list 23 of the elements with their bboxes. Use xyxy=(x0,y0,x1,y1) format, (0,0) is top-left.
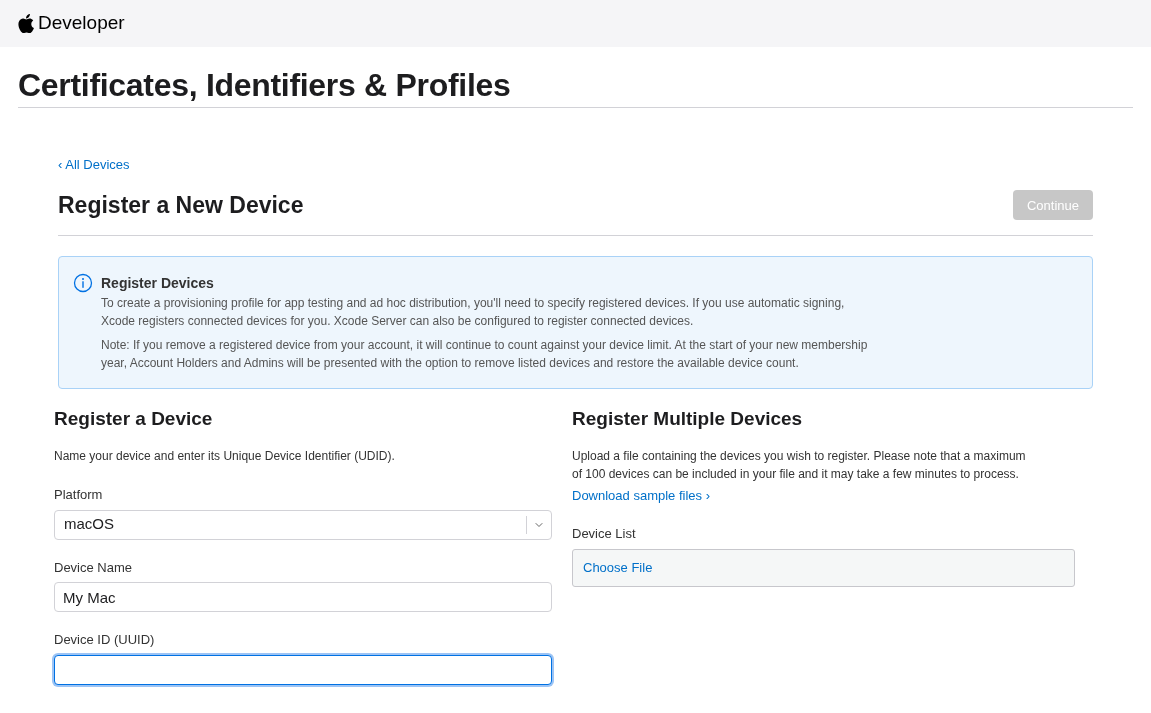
choose-file-button[interactable]: Choose File xyxy=(572,549,1075,587)
dropdown-value: macOS xyxy=(63,514,115,535)
field-label: Device Name xyxy=(54,558,134,577)
notice-text: Note: If you remove a registered device from your account, it will continue to count against your device limit. At the start of your new membership year, Account Holders and Admins will be presented with the option to remove listed devices and restore the available device count. xyxy=(101,336,869,372)
brand-name[interactable]: Developer xyxy=(38,9,125,38)
section-heading: Register a New Device xyxy=(58,191,304,220)
section-intro: Name your device and enter its Unique Device Identifier (UDID). xyxy=(54,448,396,465)
text-input-field[interactable] xyxy=(54,654,552,685)
apple-logo-icon xyxy=(18,14,34,33)
text-input-field[interactable]: My Mac xyxy=(54,582,552,612)
field-label: Platform xyxy=(54,486,104,504)
info-icon xyxy=(73,272,93,293)
notice-title: Register Devices xyxy=(101,273,215,293)
section-title: Register a Device xyxy=(54,406,214,431)
platform-dropdown[interactable]: macOS xyxy=(54,509,552,540)
field-label: Device List xyxy=(572,524,637,543)
section-title: Register Multiple Devices xyxy=(572,406,804,431)
back-link[interactable]: ‹ All Devices xyxy=(58,157,130,172)
section-intro: Upload a file containing the devices you wish to register. Please note that a maximum of 100 devices can be included in your file and it may take a few minutes to process. xyxy=(572,448,1027,483)
download-link[interactable]: Download sample files › xyxy=(572,486,1075,506)
notice-text: To create a provisioning profile for app testing and ad hoc distribution, you'll need to specify registered devices. If you use automatic signing, Xcode registers connected devices for you. Xcode Server can also be configured to register connected devices. xyxy=(101,294,846,330)
field-label: Device ID (UUID) xyxy=(54,631,156,649)
page-title: Certificates, Identifiers & Profiles xyxy=(18,66,512,105)
